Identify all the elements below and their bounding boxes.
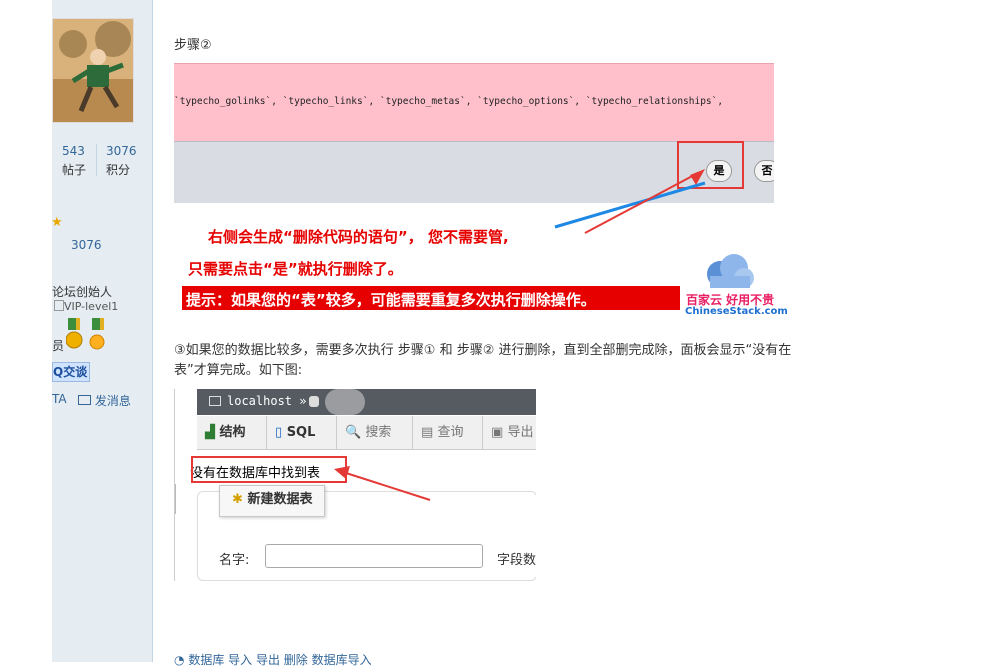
new-table-legend[interactable]: ✱ 新建数据表 (219, 485, 326, 517)
tab-sql[interactable]: ▯ SQL (267, 416, 337, 449)
table-name-label: 名字: (219, 553, 250, 568)
arrow-icon (334, 466, 431, 501)
database-icon (309, 396, 319, 407)
blur-mask (325, 389, 365, 415)
tab-export[interactable]: ▣ 导出 (483, 416, 536, 449)
database-icon: ◔ (174, 653, 185, 667)
sql-text: `typecho_golinks`, `typecho_links`, `typ… (174, 96, 724, 107)
footer-links-text[interactable]: 数据库 导入 导出 删除 数据库导入 (188, 653, 371, 667)
new-table-icon: ✱ (232, 492, 243, 507)
points-label: 积分 (106, 163, 131, 177)
export-icon: ▣ (491, 425, 504, 440)
points-count[interactable]: 3076 (106, 144, 137, 158)
highlight-box-message (191, 456, 347, 483)
watermark: 百家云 好用不贵 ChineseStack.com (684, 252, 788, 318)
pma-tab-bar: ▟ 结构 ▯ SQL 🔍 搜索 ▤ 查询 ▣ 导出 (197, 416, 536, 450)
tab-sql-label: SQL (286, 425, 316, 440)
tab-search-label: 搜索 (365, 425, 392, 440)
structure-icon: ▟ (205, 425, 215, 440)
tab-export-label: 导出 (507, 425, 534, 440)
vip-badge: VIP-level1 (54, 300, 118, 313)
step2-title: 步骤② (174, 38, 212, 53)
user-role: 论坛创始人 (52, 285, 113, 299)
no-button[interactable]: 否 (754, 160, 774, 182)
star-icon: ★ (51, 215, 63, 230)
instruction-paragraph: ③如果您的数据比较多，需要多次执行 步骤① 和 步骤② 进行删除，直到全部删完成… (174, 341, 834, 381)
posts-label: 帖子 (62, 163, 87, 177)
member-suffix: 员 (52, 339, 65, 353)
tab-structure-label: 结构 (219, 425, 246, 440)
medal-icons (65, 318, 110, 357)
avatar-image (53, 19, 133, 122)
send-message-label: 发消息 (94, 394, 131, 408)
server-breadcrumb[interactable]: localhost » (227, 394, 306, 408)
tab-query[interactable]: ▤ 查询 (413, 416, 483, 449)
server-breadcrumb-bar: localhost » (197, 389, 536, 415)
footer-links[interactable]: ◔ 数据库 导入 导出 删除 数据库导入 (174, 651, 372, 668)
server-icon (209, 396, 221, 406)
mail-icon (78, 395, 91, 405)
ta-link[interactable]: TA (52, 392, 67, 406)
tip-text: 提示：如果您的“表”较多，可能需要重复多次执行删除操作。 (186, 291, 596, 309)
broken-image-icon (54, 300, 64, 311)
para-line2: 表”才算完成。如下图: (174, 363, 303, 378)
send-message-link[interactable]: 发消息 (78, 392, 131, 409)
query-icon: ▤ (421, 425, 434, 440)
field-count-label: 字段数 (497, 553, 536, 568)
user-avatar[interactable] (52, 18, 134, 123)
tab-query-label: 查询 (437, 425, 464, 440)
sql-icon: ▯ (275, 425, 283, 440)
posts-count[interactable]: 543 (62, 144, 86, 158)
new-table-label: 新建数据表 (247, 492, 313, 507)
watermark-en: ChineseStack.com (685, 306, 788, 317)
annotation-line1: 右侧会生成“删除代码的语句”， 您不需要管, (208, 228, 509, 246)
tab-search[interactable]: 🔍 搜索 (337, 416, 413, 449)
points-value: 3076 (71, 238, 102, 252)
tab-structure[interactable]: ▟ 结构 (197, 416, 267, 449)
left-edge (175, 484, 176, 514)
vip-alt-text: VIP-level1 (64, 300, 119, 313)
annotation-line2: 只需要点击“是”就执行删除了。 (188, 260, 403, 278)
search-icon: 🔍 (345, 425, 362, 440)
para-line1: ③如果您的数据比较多，需要多次执行 步骤① 和 步骤② 进行删除，直到全部删完成… (174, 343, 792, 358)
posts-stat[interactable]: 543 帖子 (62, 144, 86, 178)
cloud-icon (707, 254, 754, 288)
stat-divider (96, 144, 97, 176)
medal-icon (65, 318, 105, 350)
points-stat[interactable]: 3076 积分 (106, 144, 137, 178)
table-name-input[interactable] (265, 544, 483, 568)
qq-chat-button[interactable]: Q交谈 (52, 362, 90, 382)
